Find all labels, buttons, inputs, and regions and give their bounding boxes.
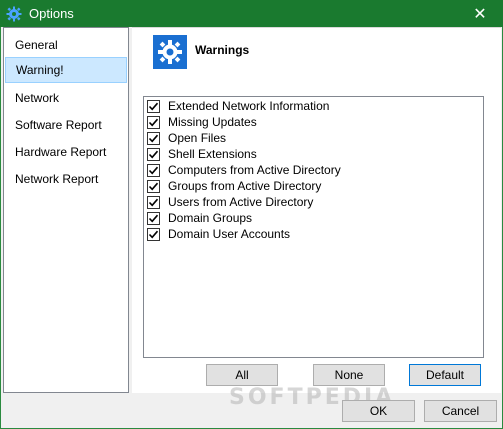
checkbox-checked[interactable] xyxy=(147,211,160,225)
gear-icon xyxy=(153,35,187,69)
checkbox-checked[interactable] xyxy=(147,195,160,209)
title-bar: Options ✕ xyxy=(0,0,503,27)
options-window: General Warning! Network Software Report… xyxy=(0,27,503,429)
default-button[interactable]: Default xyxy=(409,364,481,386)
checkbox-checked[interactable] xyxy=(147,99,160,113)
check-label: Open Files xyxy=(168,131,227,145)
check-label: Extended Network Information xyxy=(168,99,330,113)
sidebar-item-general[interactable]: General xyxy=(5,32,127,58)
check-row-shell-extensions[interactable]: Shell Extensions xyxy=(147,146,257,162)
cancel-button[interactable]: Cancel xyxy=(424,400,497,422)
check-row-groups-from-ad[interactable]: Groups from Active Directory xyxy=(147,178,321,194)
check-label: Computers from Active Directory xyxy=(168,163,341,177)
check-label: Shell Extensions xyxy=(168,147,257,161)
check-row-domain-user-accounts[interactable]: Domain User Accounts xyxy=(147,226,290,242)
sidebar-item-network[interactable]: Network xyxy=(5,85,127,111)
ok-button[interactable]: OK xyxy=(342,400,415,422)
select-all-button[interactable]: All xyxy=(206,364,278,386)
checkbox-checked[interactable] xyxy=(147,163,160,177)
options-category-list: General Warning! Network Software Report… xyxy=(3,27,129,393)
check-label: Domain Groups xyxy=(168,211,253,225)
warnings-panel: Warnings Extended Network Information Mi… xyxy=(132,27,501,393)
checkbox-checked[interactable] xyxy=(147,147,160,161)
check-label: Missing Updates xyxy=(168,115,257,129)
check-row-domain-groups[interactable]: Domain Groups xyxy=(147,210,252,226)
gear-icon xyxy=(5,5,23,23)
check-row-users-from-ad[interactable]: Users from Active Directory xyxy=(147,194,313,210)
check-row-open-files[interactable]: Open Files xyxy=(147,130,226,146)
check-row-missing-updates[interactable]: Missing Updates xyxy=(147,114,257,130)
select-none-button[interactable]: None xyxy=(313,364,385,386)
warnings-checklist: Extended Network Information Missing Upd… xyxy=(143,96,484,358)
check-row-computers-from-ad[interactable]: Computers from Active Directory xyxy=(147,162,341,178)
check-label: Users from Active Directory xyxy=(168,195,314,209)
check-label: Domain User Accounts xyxy=(168,227,291,241)
checkbox-checked[interactable] xyxy=(147,179,160,193)
window-title: Options xyxy=(29,6,74,21)
page-title: Warnings xyxy=(195,43,250,57)
close-button[interactable]: ✕ xyxy=(457,0,503,27)
checkbox-checked[interactable] xyxy=(147,131,160,145)
check-row-extended-network-information[interactable]: Extended Network Information xyxy=(147,98,329,114)
sidebar-item-network-report[interactable]: Network Report xyxy=(5,166,127,192)
sidebar-item-software-report[interactable]: Software Report xyxy=(5,112,127,138)
sidebar-item-warning[interactable]: Warning! xyxy=(5,57,127,83)
check-label: Groups from Active Directory xyxy=(168,179,322,193)
checkbox-checked[interactable] xyxy=(147,115,160,129)
checkbox-checked[interactable] xyxy=(147,227,160,241)
sidebar-item-hardware-report[interactable]: Hardware Report xyxy=(5,139,127,165)
